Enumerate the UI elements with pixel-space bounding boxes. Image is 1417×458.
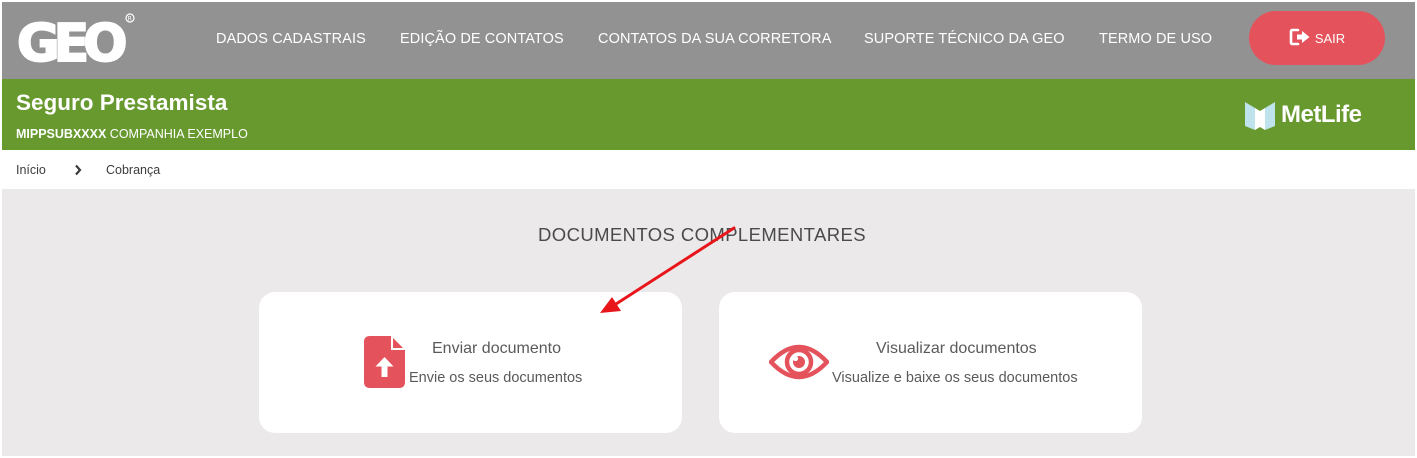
logo-text: GEO xyxy=(17,14,125,68)
section-title: DOCUMENTOS COMPLEMENTARES xyxy=(538,224,866,245)
view-documents-title: Visualizar documentos xyxy=(876,340,1037,357)
nav-contatos-da-sua-corretora[interactable]: CONTATOS DA SUA CORRETORA xyxy=(598,31,831,47)
send-document-title: Enviar documento xyxy=(432,340,561,357)
logout-label: SAIR xyxy=(1314,30,1346,46)
app-window: GEO R DADOS CADASTRAIS EDIÇÃO DE CONTATO… xyxy=(2,2,1415,456)
send-document-card[interactable]: Enviar documento Envie os seus documento… xyxy=(259,292,682,433)
file-upload-icon xyxy=(364,335,406,394)
nav-edicao-de-contatos[interactable]: EDIÇÃO DE CONTATOS xyxy=(400,31,564,47)
nav-suporte-tecnico[interactable]: SUPORTE TÉCNICO DA GEO xyxy=(864,31,1065,47)
nav-termo-de-uso[interactable]: TERMO DE USO xyxy=(1099,31,1212,47)
logout-button[interactable]: SAIR xyxy=(1249,11,1385,65)
send-document-subtitle: Envie os seus documentos xyxy=(409,370,583,386)
chevron-right-icon xyxy=(74,163,82,176)
company-name: COMPANHIA EXEMPLO xyxy=(109,127,248,141)
product-title: Seguro Prestamista xyxy=(16,90,228,115)
policy-code: MIPPSUBXXXX xyxy=(16,127,107,141)
metlife-logo: MetLife xyxy=(1244,98,1362,132)
view-documents-card[interactable]: Visualizar documentos Visualize e baixe … xyxy=(719,292,1142,433)
geo-logo[interactable]: GEO R xyxy=(16,12,138,75)
svg-text:R: R xyxy=(128,15,132,22)
metlife-wordmark: MetLife xyxy=(1281,101,1362,128)
eye-icon xyxy=(767,338,831,391)
product-subline: MIPPSUBXXXX COMPANHIA EXEMPLO xyxy=(16,127,248,141)
breadcrumb: Início Cobrança xyxy=(2,150,1415,189)
breadcrumb-inicio[interactable]: Início xyxy=(16,163,46,177)
nav-dados-cadastrais[interactable]: DADOS CADASTRAIS xyxy=(216,31,366,47)
breadcrumb-cobranca: Cobrança xyxy=(106,163,161,177)
product-header: Seguro Prestamista MIPPSUBXXXX COMPANHIA… xyxy=(2,79,1415,150)
sign-out-icon xyxy=(1289,28,1311,49)
top-navigation: GEO R DADOS CADASTRAIS EDIÇÃO DE CONTATO… xyxy=(2,2,1415,79)
view-documents-subtitle: Visualize e baixe os seus documentos xyxy=(832,370,1078,386)
metlife-m-icon xyxy=(1245,102,1275,130)
